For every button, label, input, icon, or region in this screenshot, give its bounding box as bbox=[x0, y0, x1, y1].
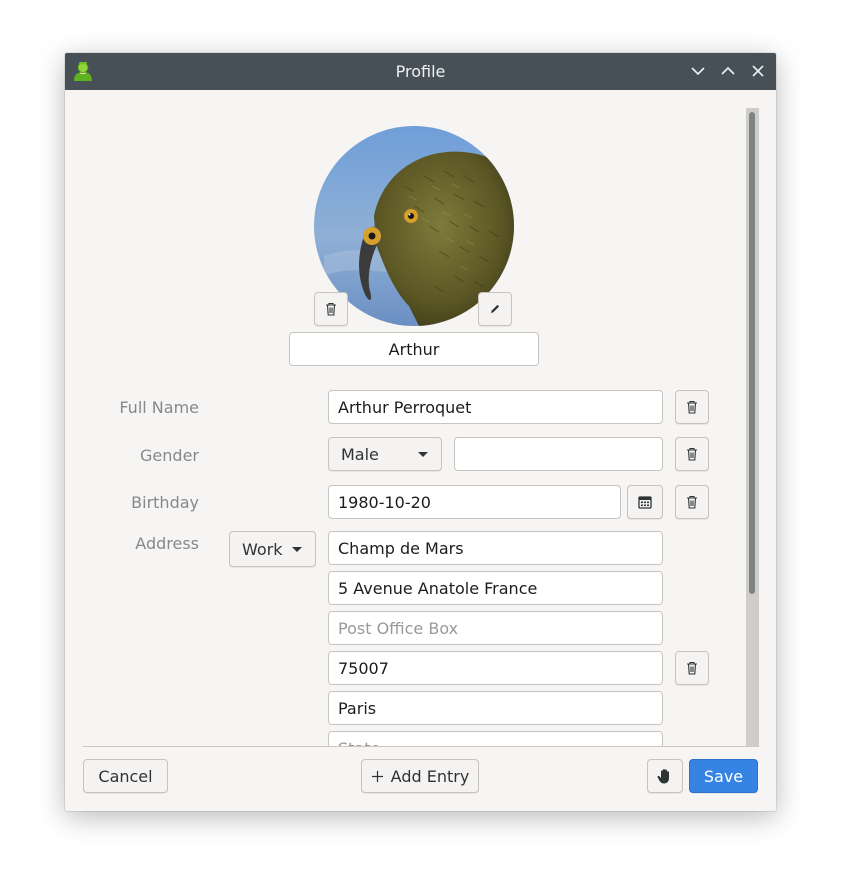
full-name-label: Full Name bbox=[119, 398, 199, 417]
address-type-selected: Work bbox=[242, 539, 283, 559]
birthday-field[interactable]: 1980-10-20 bbox=[328, 485, 621, 519]
trash-icon bbox=[687, 447, 697, 461]
hand-button[interactable] bbox=[647, 759, 683, 793]
edit-avatar-button[interactable] bbox=[478, 292, 512, 326]
dropdown-arrow-icon bbox=[418, 452, 428, 457]
calendar-button[interactable] bbox=[627, 485, 663, 519]
address-city-field[interactable]: Paris bbox=[328, 691, 663, 725]
scrollbar-thumb[interactable] bbox=[749, 112, 755, 594]
profile-form: Arthur Full Name Arthur Perroquet Gender… bbox=[65, 90, 776, 746]
delete-address-button[interactable] bbox=[675, 651, 709, 685]
trash-icon bbox=[687, 495, 697, 509]
calendar-icon bbox=[638, 496, 652, 509]
window-title: Profile bbox=[395, 62, 446, 81]
address-street-field[interactable]: Champ de Mars bbox=[328, 531, 663, 565]
gender-label: Gender bbox=[140, 446, 199, 465]
trash-icon bbox=[687, 400, 697, 414]
cancel-button[interactable]: Cancel bbox=[83, 759, 168, 793]
delete-birthday-button[interactable] bbox=[675, 485, 709, 519]
save-button[interactable]: Save bbox=[689, 759, 758, 793]
address-postal-code-field[interactable]: 75007 bbox=[328, 651, 663, 685]
action-bar: Cancel Add Entry Save bbox=[65, 747, 776, 811]
hand-icon bbox=[657, 769, 669, 784]
close-icon[interactable] bbox=[749, 62, 767, 80]
gender-dropdown[interactable]: Male bbox=[328, 437, 442, 471]
chevron-down-icon[interactable] bbox=[689, 62, 707, 80]
delete-full-name-button[interactable] bbox=[675, 390, 709, 424]
address-label: Address bbox=[135, 534, 199, 553]
plus-icon bbox=[371, 770, 383, 782]
gender-selected: Male bbox=[341, 444, 379, 464]
address-state-field[interactable]: State bbox=[328, 731, 663, 746]
address-extended-field[interactable]: 5 Avenue Anatole France bbox=[328, 571, 663, 605]
add-entry-button[interactable]: Add Entry bbox=[361, 759, 479, 793]
pencil-icon bbox=[491, 304, 500, 313]
delete-gender-button[interactable] bbox=[675, 437, 709, 471]
birthday-label: Birthday bbox=[131, 493, 199, 512]
profile-dialog: Profile Arthur Full Name Arthur Perroque… bbox=[65, 53, 776, 811]
gender-custom-field[interactable] bbox=[454, 437, 663, 471]
delete-avatar-button[interactable] bbox=[314, 292, 348, 326]
nickname-field[interactable]: Arthur bbox=[289, 332, 539, 366]
title-bar[interactable]: Profile bbox=[65, 53, 776, 90]
trash-icon bbox=[687, 661, 697, 675]
address-type-dropdown[interactable]: Work bbox=[229, 531, 316, 567]
trash-icon bbox=[326, 302, 336, 316]
full-name-field[interactable]: Arthur Perroquet bbox=[328, 390, 663, 424]
address-po-box-field[interactable]: Post Office Box bbox=[328, 611, 663, 645]
add-entry-label: Add Entry bbox=[390, 766, 470, 786]
chevron-up-icon[interactable] bbox=[719, 62, 737, 80]
dropdown-arrow-icon bbox=[292, 547, 302, 552]
